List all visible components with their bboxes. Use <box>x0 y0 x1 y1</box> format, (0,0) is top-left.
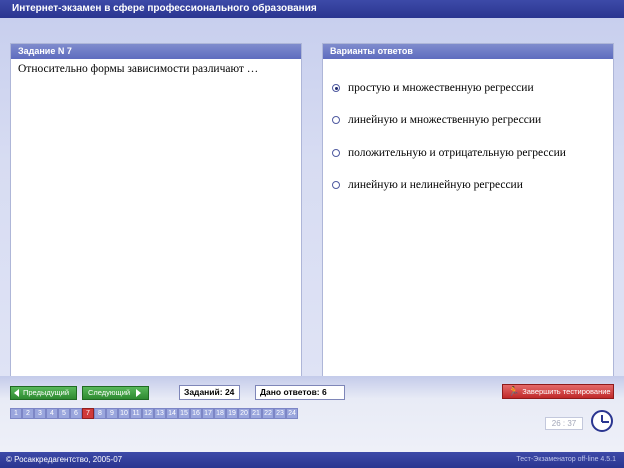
answer-label: линейную и нелинейную регрессии <box>348 179 523 191</box>
finish-test-button[interactable]: 🏃 Завершить тестирование <box>502 384 614 399</box>
page-button[interactable]: 24 <box>286 408 298 419</box>
page-button-current[interactable]: 7 <box>82 408 94 419</box>
page-button[interactable]: 9 <box>106 408 118 419</box>
runner-icon: 🏃 <box>508 386 520 396</box>
page-button[interactable]: 22 <box>262 408 274 419</box>
page-button[interactable]: 11 <box>130 408 142 419</box>
answer-label: положительную и отрицательную регрессии <box>348 147 566 159</box>
answers-header: Варианты ответов <box>323 44 613 59</box>
radio-button[interactable] <box>332 149 340 157</box>
radio-button-selected[interactable] <box>332 84 340 92</box>
clock-icon <box>591 410 613 432</box>
answer-option-3[interactable]: положительную и отрицательную регрессии <box>332 146 566 160</box>
radio-button[interactable] <box>332 116 340 124</box>
page-button[interactable]: 14 <box>166 408 178 419</box>
page-button[interactable]: 5 <box>58 408 70 419</box>
timer-display: 26 : 37 <box>545 417 583 430</box>
page-button[interactable]: 6 <box>70 408 82 419</box>
page-button[interactable]: 23 <box>274 408 286 419</box>
page-button[interactable]: 10 <box>118 408 130 419</box>
answer-option-1[interactable]: простую и множественную регрессии <box>332 81 534 95</box>
answers-panel: Варианты ответов простую и множественную… <box>322 43 614 385</box>
answer-option-4[interactable]: линейную и нелинейную регрессии <box>332 178 523 192</box>
next-button[interactable]: Следующий <box>82 386 149 400</box>
page-button[interactable]: 8 <box>94 408 106 419</box>
page-button[interactable]: 17 <box>202 408 214 419</box>
tasks-counter: Заданий: 24 <box>179 385 240 400</box>
page-button[interactable]: 16 <box>190 408 202 419</box>
page-button[interactable]: 18 <box>214 408 226 419</box>
page-button[interactable]: 13 <box>154 408 166 419</box>
question-text: Относительно формы зависимости различают… <box>18 63 259 75</box>
finish-label: Завершить тестирование <box>522 387 611 396</box>
page-button[interactable]: 12 <box>142 408 154 419</box>
status-bar: © Росаккредагентство, 2005-07 Тест-Экзам… <box>0 452 624 468</box>
navigation-bar: Предыдущий Следующий Заданий: 24 Дано от… <box>0 376 624 452</box>
answer-label: простую и множественную регрессии <box>348 82 534 94</box>
page-number-strip: 1 2 3 4 5 6 7 8 9 10 11 12 13 14 15 16 1… <box>10 408 298 419</box>
page-button[interactable]: 21 <box>250 408 262 419</box>
main-area: Задание N 7 Относительно формы зависимос… <box>0 18 624 385</box>
window-title: Интернет-экзамен в сфере профессионально… <box>0 0 624 18</box>
previous-label: Предыдущий <box>23 388 70 397</box>
page-button[interactable]: 20 <box>238 408 250 419</box>
page-button[interactable]: 4 <box>46 408 58 419</box>
page-button[interactable]: 3 <box>34 408 46 419</box>
answer-option-2[interactable]: линейную и множественную регрессии <box>332 113 541 127</box>
version-text: Тест-Экзаменатор off-line 4.5.1 <box>516 456 616 463</box>
answer-label: линейную и множественную регрессии <box>348 114 542 126</box>
previous-button[interactable]: Предыдущий <box>10 386 77 400</box>
next-label: Следующий <box>88 388 131 397</box>
question-header: Задание N 7 <box>11 44 301 59</box>
page-button[interactable]: 15 <box>178 408 190 419</box>
page-button[interactable]: 1 <box>10 408 22 419</box>
page-button[interactable]: 19 <box>226 408 238 419</box>
radio-button[interactable] <box>332 181 340 189</box>
arrow-left-icon <box>14 389 19 397</box>
arrow-right-icon <box>136 389 142 397</box>
page-button[interactable]: 2 <box>22 408 34 419</box>
copyright-text: © Росаккредагентство, 2005-07 <box>6 455 123 464</box>
answers-given-counter: Дано ответов: 6 <box>255 385 345 400</box>
question-panel: Задание N 7 Относительно формы зависимос… <box>10 43 302 385</box>
